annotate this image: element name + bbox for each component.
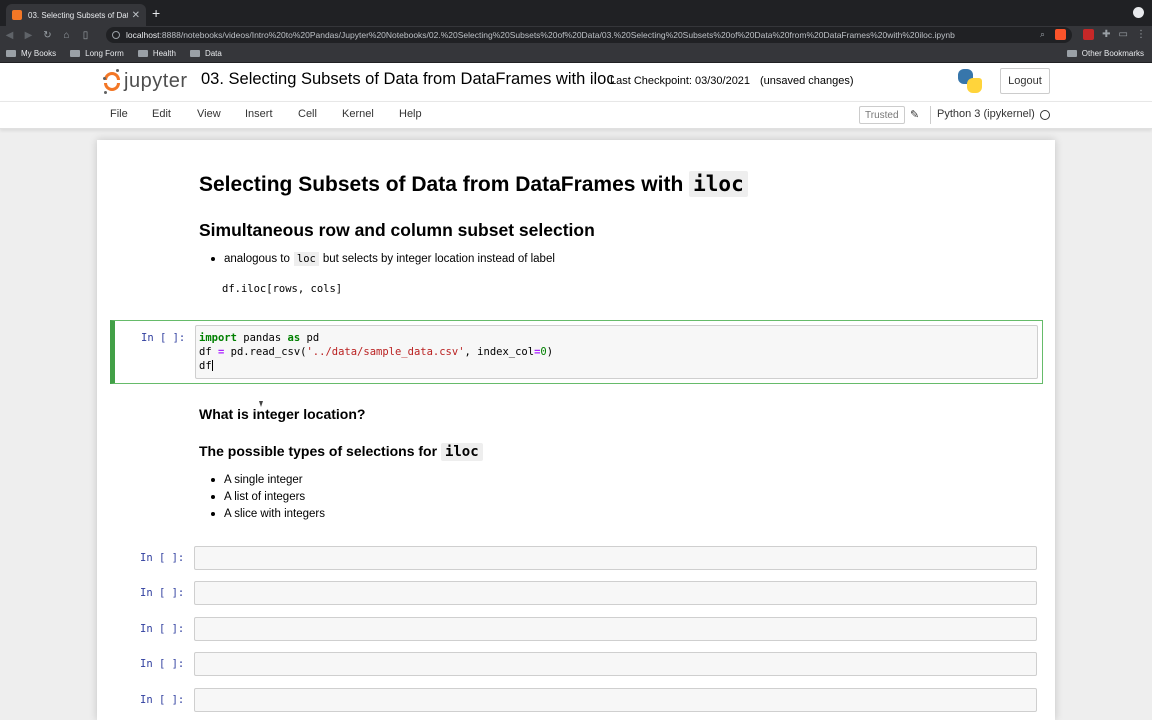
notebook-container: Selecting Subsets of Data from DataFrame…	[97, 140, 1055, 720]
cell-prompt: In [ ]:	[140, 658, 185, 670]
site-info-icon[interactable]	[112, 31, 120, 39]
cell-prompt: In [ ]:	[140, 623, 185, 635]
menu-bar: File Edit View Insert Cell Kernel Help T…	[0, 101, 1152, 129]
jupyter-favicon-icon	[12, 10, 22, 20]
code-cell-empty[interactable]	[194, 688, 1037, 712]
heading-code-iloc: iloc	[440, 443, 483, 461]
list-item: A single integer	[211, 474, 303, 486]
kernel-divider	[930, 106, 931, 124]
code-line-3: df	[199, 360, 213, 372]
text-cursor	[211, 360, 213, 371]
home-icon[interactable]: ⌂	[57, 30, 76, 41]
address-bar[interactable]: localhost:8888/notebooks/videos/Intro%20…	[106, 27, 1072, 43]
new-tab-icon[interactable]: +	[152, 5, 160, 21]
kernel-name[interactable]: Python 3 (ipykernel)	[937, 108, 1035, 120]
list-item: A slice with integers	[211, 508, 325, 520]
heading-code-iloc: iloc	[689, 171, 748, 197]
mouse-cursor-icon	[259, 401, 263, 407]
browser-toolbar: ◀ ▶ ↻ ⌂ ▯ localhost:8888/notebooks/video…	[0, 26, 1152, 44]
jupyter-logo-text: jupyter	[124, 69, 188, 92]
menu-view[interactable]: View	[197, 108, 221, 120]
menu-icon[interactable]: ⋮	[1136, 29, 1146, 40]
autosave-status: (unsaved changes)	[760, 75, 854, 87]
brave-shield-icon[interactable]	[1055, 29, 1066, 40]
code-cell-selected[interactable]: In [ ]: import pandas as pd df = pd.read…	[110, 320, 1043, 384]
folder-icon	[1066, 50, 1077, 57]
jupyter-logo[interactable]: jupyter	[102, 68, 188, 94]
menu-cell[interactable]: Cell	[298, 108, 317, 120]
menu-kernel[interactable]: Kernel	[342, 108, 374, 120]
cell-prompt: In [ ]:	[140, 552, 185, 564]
menu-insert[interactable]: Insert	[245, 108, 273, 120]
bookmarks-bar: My Books Long Form Health Data Other Boo…	[0, 44, 1152, 63]
menu-edit[interactable]: Edit	[152, 108, 171, 120]
bookmark-data[interactable]: Data	[189, 49, 222, 58]
code-line-2: df = pd.read_csv('../data/sample_data.cs…	[199, 346, 554, 358]
section-heading-integer-location: What is integer location?	[199, 406, 366, 422]
jupyter-header: jupyter 03. Selecting Subsets of Data fr…	[0, 63, 1152, 101]
edit-mode-pencil-icon: ✎	[910, 109, 920, 121]
code-cell-empty[interactable]	[194, 617, 1037, 641]
cell-prompt: In [ ]:	[141, 332, 186, 344]
reload-icon[interactable]: ↻	[38, 30, 57, 41]
jupyter-logo-icon	[102, 68, 120, 94]
folder-icon	[137, 49, 148, 57]
logout-button[interactable]: Logout	[1000, 68, 1050, 94]
close-tab-icon[interactable]: ✕	[132, 10, 140, 21]
bookmark-health[interactable]: Health	[137, 49, 176, 58]
other-bookmarks[interactable]: Other Bookmarks	[1066, 49, 1144, 58]
code-cell-empty[interactable]	[194, 546, 1037, 570]
syntax-example: df.iloc[rows, cols]	[222, 283, 343, 295]
notebook-title[interactable]: 03. Selecting Subsets of Data from DataF…	[201, 70, 615, 89]
trusted-badge[interactable]: Trusted	[859, 106, 905, 124]
code-line-1: import pandas as pd	[199, 332, 320, 344]
extension-icon[interactable]	[1083, 29, 1095, 40]
folder-icon	[6, 49, 16, 57]
profile-icon[interactable]	[1133, 7, 1144, 18]
extensions-puzzle-icon[interactable]: ✚	[1102, 29, 1110, 40]
browser-tab-bar: 03. Selecting Subsets of Data f ✕ +	[0, 0, 1152, 26]
menu-help[interactable]: Help	[399, 108, 422, 120]
cell-prompt: In [ ]:	[140, 587, 185, 599]
code-editor[interactable]: import pandas as pd df = pd.read_csv('..…	[195, 325, 1038, 379]
url-text: localhost:8888/notebooks/videos/Intro%20…	[126, 30, 955, 40]
code-cell-empty[interactable]	[194, 652, 1037, 676]
list-item: analogous to loc but selects by integer lo…	[211, 252, 555, 266]
zoom-icon[interactable]: ⌕	[1040, 29, 1045, 40]
folder-icon	[70, 49, 81, 57]
section-heading: Simultaneous row and column subset selec…	[199, 220, 595, 240]
bookmark-my-books[interactable]: My Books	[6, 49, 56, 58]
folder-icon	[189, 49, 200, 57]
back-icon[interactable]: ◀	[0, 30, 19, 41]
list-item: A list of integers	[211, 491, 305, 503]
code-cell-empty[interactable]	[194, 581, 1037, 605]
tab-title: 03. Selecting Subsets of Data f	[28, 10, 128, 20]
browser-tab[interactable]: 03. Selecting Subsets of Data f ✕	[6, 4, 146, 26]
python-logo-icon	[958, 69, 982, 93]
section-heading-selection-types: The possible types of selections for ilo…	[199, 443, 483, 461]
menu-file[interactable]: File	[110, 108, 128, 120]
forward-icon[interactable]: ▶	[19, 30, 38, 41]
notebook-heading: Selecting Subsets of Data from DataFrame…	[199, 171, 748, 197]
cell-prompt: In [ ]:	[140, 694, 185, 706]
bookmark-icon[interactable]: ▯	[76, 30, 95, 41]
kernel-idle-indicator-icon	[1040, 110, 1050, 120]
last-checkpoint: Last Checkpoint: 03/30/2021	[610, 75, 751, 87]
bookmark-long-form[interactable]: Long Form	[70, 49, 124, 58]
window-icon[interactable]: ▭	[1119, 29, 1128, 40]
